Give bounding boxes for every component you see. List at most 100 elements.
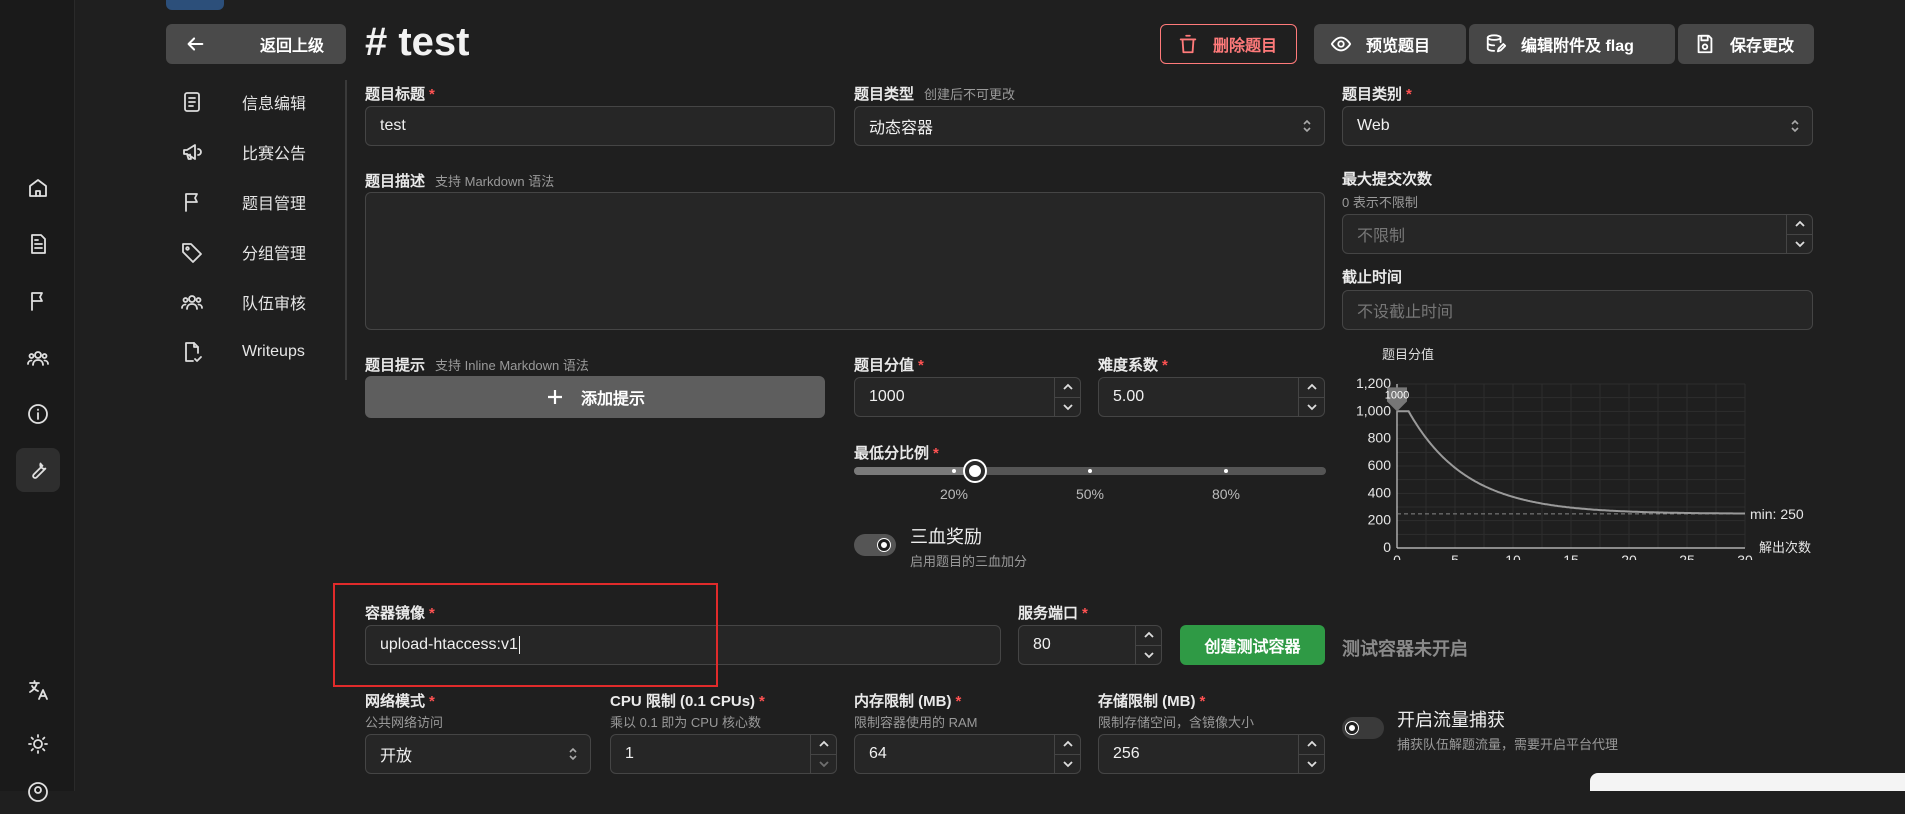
add-hint-button[interactable]: 添加提示 bbox=[365, 376, 825, 418]
min-ratio-label: 最低分比例 * bbox=[854, 445, 939, 462]
number-stepper[interactable] bbox=[1054, 735, 1080, 773]
number-stepper[interactable] bbox=[1298, 378, 1324, 416]
score-curve-chart: 题目分值 0 200 400 600 800 1,000 1,200 0 5 10 15 20 25 30 解… bbox=[1340, 345, 1900, 568]
slider-tick-label: 80% bbox=[1211, 486, 1241, 502]
score-curve-svg: 题目分值02004006008001,0001,2000 5 10 15 20 25 30解… bbox=[1356, 347, 1811, 568]
description-textarea[interactable] bbox=[365, 192, 1325, 330]
flag-icon[interactable] bbox=[16, 279, 60, 323]
slider-tick-label: 50% bbox=[1075, 486, 1105, 502]
step-down-icon[interactable] bbox=[1055, 753, 1080, 774]
x-tick-label: 15 bbox=[1563, 552, 1579, 560]
max-submit-sub: 0 表示不限制 bbox=[1342, 195, 1418, 210]
nav-item-writeups[interactable]: Writeups bbox=[170, 332, 340, 372]
info-icon[interactable] bbox=[16, 392, 60, 436]
step-up-icon[interactable] bbox=[1299, 735, 1324, 754]
score-input[interactable]: 1000 bbox=[854, 377, 1081, 417]
step-up-icon[interactable] bbox=[1055, 735, 1080, 754]
storage-input[interactable]: 256 bbox=[1098, 734, 1325, 774]
difficulty-label: 难度系数 * bbox=[1098, 357, 1168, 374]
delete-label: 删除题目 bbox=[1213, 38, 1278, 55]
test-container-status: 测试容器未开启 bbox=[1342, 639, 1468, 659]
y-tick-label: 1,000 bbox=[1356, 402, 1391, 418]
step-down-icon[interactable] bbox=[1136, 644, 1161, 665]
step-up-icon[interactable] bbox=[1787, 215, 1812, 234]
blood-bonus-title: 三血奖励 bbox=[910, 527, 982, 547]
browser-extension-bar bbox=[1590, 773, 1905, 791]
wrench-icon[interactable] bbox=[16, 448, 60, 492]
nav-item-team-review[interactable]: 队伍审核 bbox=[170, 282, 340, 322]
memory-label: 内存限制 (MB) * bbox=[854, 693, 962, 710]
slider-mark bbox=[952, 469, 956, 473]
step-up-icon[interactable] bbox=[811, 735, 836, 754]
blood-bonus-sub: 启用题目的三血加分 bbox=[910, 554, 1028, 569]
step-down-icon[interactable] bbox=[1787, 233, 1812, 254]
edit-attachments-button[interactable]: 编辑附件及 flag bbox=[1469, 24, 1675, 64]
app-rail bbox=[0, 0, 75, 802]
team-icon bbox=[181, 295, 203, 310]
delete-challenge-button[interactable]: 删除题目 bbox=[1160, 24, 1297, 64]
score-label: 题目分值 * bbox=[854, 357, 924, 374]
x-tick-label: 25 bbox=[1679, 552, 1695, 560]
memory-sub: 限制容器使用的 RAM bbox=[854, 715, 978, 730]
network-select[interactable]: 开放 bbox=[365, 734, 591, 774]
max-submit-input[interactable]: 不限制 bbox=[1342, 214, 1813, 254]
description-label: 题目描述 支持 Markdown 语法 bbox=[365, 173, 555, 190]
type-select[interactable]: 动态容器 bbox=[854, 106, 1325, 146]
document-icon bbox=[184, 92, 200, 112]
port-label: 服务端口 * bbox=[1018, 605, 1088, 622]
save-label: 保存更改 bbox=[1730, 38, 1795, 55]
number-stepper[interactable] bbox=[810, 735, 836, 773]
step-down-icon[interactable] bbox=[1299, 753, 1324, 774]
cpu-input[interactable]: 1 bbox=[610, 734, 837, 774]
traffic-capture-toggle[interactable] bbox=[1342, 717, 1384, 739]
nav-label: 队伍审核 bbox=[242, 296, 307, 313]
nav-item-info-edit[interactable]: 信息编辑 bbox=[170, 82, 340, 122]
preview-challenge-button[interactable]: 预览题目 bbox=[1314, 24, 1466, 64]
type-label: 题目类型 创建后不可更改 bbox=[854, 86, 1016, 103]
nav-item-notices[interactable]: 比赛公告 bbox=[170, 132, 340, 172]
nav-item-challenges[interactable]: 题目管理 bbox=[170, 182, 340, 222]
updown-chevron-icon bbox=[1790, 118, 1800, 134]
megaphone-icon bbox=[183, 144, 202, 160]
step-up-icon[interactable] bbox=[1136, 626, 1161, 645]
slider-thumb[interactable] bbox=[964, 461, 985, 481]
toggle-knob bbox=[878, 539, 890, 551]
team-icon[interactable] bbox=[16, 336, 60, 380]
step-down-icon[interactable] bbox=[1055, 396, 1080, 417]
save-icon bbox=[1697, 34, 1713, 54]
tag-icon bbox=[182, 243, 202, 263]
port-input[interactable]: 80 bbox=[1018, 625, 1162, 665]
blood-bonus-toggle[interactable] bbox=[854, 534, 896, 556]
y-tick-label: 800 bbox=[1368, 430, 1392, 446]
save-changes-button[interactable]: 保存更改 bbox=[1678, 24, 1814, 64]
step-up-icon[interactable] bbox=[1299, 378, 1324, 397]
user-icon[interactable] bbox=[16, 770, 60, 814]
step-up-icon[interactable] bbox=[1055, 378, 1080, 397]
number-stepper[interactable] bbox=[1135, 626, 1161, 664]
difficulty-input[interactable]: 5.00 bbox=[1098, 377, 1325, 417]
chart-title: 题目分值 bbox=[1382, 347, 1434, 362]
flag-icon bbox=[185, 193, 198, 212]
nav-label: Writeups bbox=[242, 343, 305, 360]
number-stepper[interactable] bbox=[1786, 215, 1812, 253]
step-down-icon[interactable] bbox=[1299, 396, 1324, 417]
create-test-container-button[interactable]: 创建测试容器 bbox=[1180, 625, 1325, 665]
home-icon[interactable] bbox=[16, 166, 60, 210]
database-edit-icon bbox=[1486, 34, 1507, 53]
number-stepper[interactable] bbox=[1298, 735, 1324, 773]
deadline-input[interactable]: 不设截止时间 bbox=[1342, 290, 1813, 330]
notice-icon[interactable] bbox=[16, 222, 60, 266]
y-tick-label: 400 bbox=[1368, 484, 1392, 500]
min-ratio-slider[interactable] bbox=[854, 461, 1326, 481]
number-stepper[interactable] bbox=[1054, 378, 1080, 416]
nav-item-groups[interactable]: 分组管理 bbox=[170, 232, 340, 272]
category-select[interactable]: Web bbox=[1342, 106, 1813, 146]
title-input[interactable]: test bbox=[365, 106, 835, 146]
translate-icon[interactable] bbox=[16, 668, 60, 712]
step-down-icon[interactable] bbox=[811, 753, 836, 774]
back-button[interactable]: 返回上级 bbox=[166, 24, 346, 64]
eye-icon bbox=[1330, 36, 1352, 52]
y-tick-label: 0 bbox=[1383, 539, 1391, 555]
memory-input[interactable]: 64 bbox=[854, 734, 1081, 774]
sun-icon[interactable] bbox=[16, 722, 60, 766]
